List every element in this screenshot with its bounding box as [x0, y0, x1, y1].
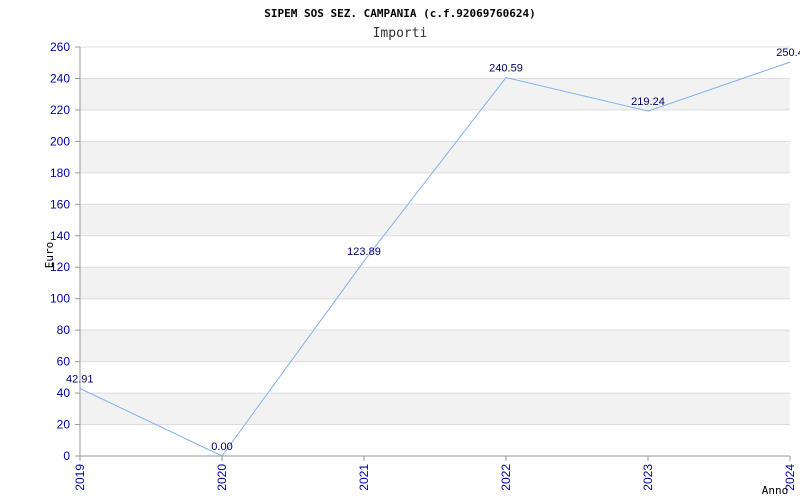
grid-band: [80, 393, 790, 425]
y-tick-label: 240: [50, 71, 70, 85]
x-tick-label: 2022: [499, 464, 513, 491]
chart-title: SIPEM SOS SEZ. CAMPANIA (c.f.92069760624…: [264, 7, 536, 20]
x-tick-label: 2021: [357, 464, 371, 491]
y-tick-label: 60: [57, 355, 71, 369]
x-tick-label: 2020: [215, 464, 229, 491]
grid-band: [80, 141, 790, 173]
data-label: 219.24: [631, 96, 665, 108]
y-tick-label: 200: [50, 134, 70, 148]
y-tick-label: 40: [57, 386, 71, 400]
x-tick-label: 2023: [641, 464, 655, 491]
y-tick-label: 260: [50, 40, 70, 54]
chart-subtitle: Importi: [373, 26, 428, 41]
x-axis-label: Anno: [762, 484, 789, 497]
grid-band: [80, 267, 790, 299]
y-tick-label: 100: [50, 292, 70, 306]
y-tick-label: 140: [50, 229, 70, 243]
grid-band: [80, 78, 790, 110]
data-label: 42.91: [66, 373, 94, 385]
y-tick-label: 180: [50, 166, 70, 180]
x-tick-label: 2019: [73, 464, 87, 491]
y-tick-label: 80: [57, 323, 71, 337]
data-label: 240.59: [489, 63, 523, 75]
data-label: 0.00: [211, 441, 232, 453]
grid-band: [80, 204, 790, 236]
x-tick-labels: 2019 2020 2021 2022 2023 2024: [73, 464, 797, 491]
data-label: 250.4: [776, 47, 800, 59]
line-chart: 020406080100120140160180200220240260 201…: [43, 7, 800, 497]
y-tick-label: 0: [63, 449, 70, 463]
y-tick-label: 20: [57, 418, 71, 432]
y-tick-label: 220: [50, 103, 70, 117]
grid-band: [80, 330, 790, 362]
background-bands: [80, 78, 790, 425]
y-tick-label: 160: [50, 197, 70, 211]
y-axis-label: Euro: [43, 242, 56, 269]
data-label: 123.89: [347, 246, 381, 258]
